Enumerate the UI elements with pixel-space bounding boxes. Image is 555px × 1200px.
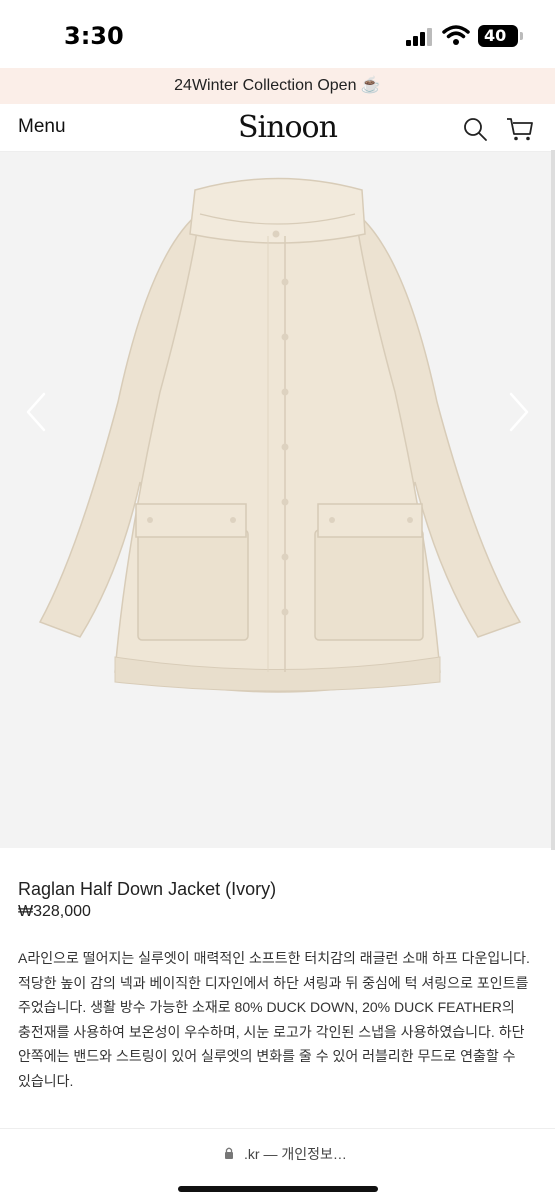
scroll-edge — [551, 150, 555, 850]
signal-icon — [406, 28, 434, 46]
browser-url-bar[interactable]: .kr — 개인정보… — [0, 1129, 555, 1200]
chevron-left-icon[interactable] — [22, 390, 50, 434]
status-bar: 3:30 40 — [0, 0, 555, 68]
battery-tip — [520, 32, 523, 40]
status-time: 3:30 — [64, 22, 124, 50]
lock-icon — [225, 1147, 233, 1159]
battery-icon: 40 — [478, 25, 518, 47]
brand-logo[interactable]: Sinoon — [238, 110, 338, 145]
product-price: ₩328,000 — [18, 903, 91, 920]
jacket-illustration — [38, 177, 522, 693]
wifi-icon — [442, 25, 470, 45]
site-header: Menu Sinoon — [0, 104, 555, 152]
product-image[interactable] — [0, 152, 555, 848]
cart-icon[interactable] — [505, 116, 535, 142]
announcement-bar[interactable]: 24Winter Collection Open ☕ — [0, 68, 555, 104]
menu-button[interactable]: Menu — [18, 116, 66, 138]
url-text[interactable]: .kr — 개인정보… — [244, 1144, 347, 1164]
chevron-right-icon[interactable] — [505, 390, 533, 434]
home-indicator[interactable] — [178, 1186, 378, 1192]
product-description: A라인으로 떨어지는 실루엣이 매력적인 소프트한 터치감의 래글런 소매 하프… — [18, 950, 530, 1089]
product-name: Raglan Half Down Jacket (Ivory) — [18, 879, 277, 899]
search-icon[interactable] — [462, 116, 488, 142]
